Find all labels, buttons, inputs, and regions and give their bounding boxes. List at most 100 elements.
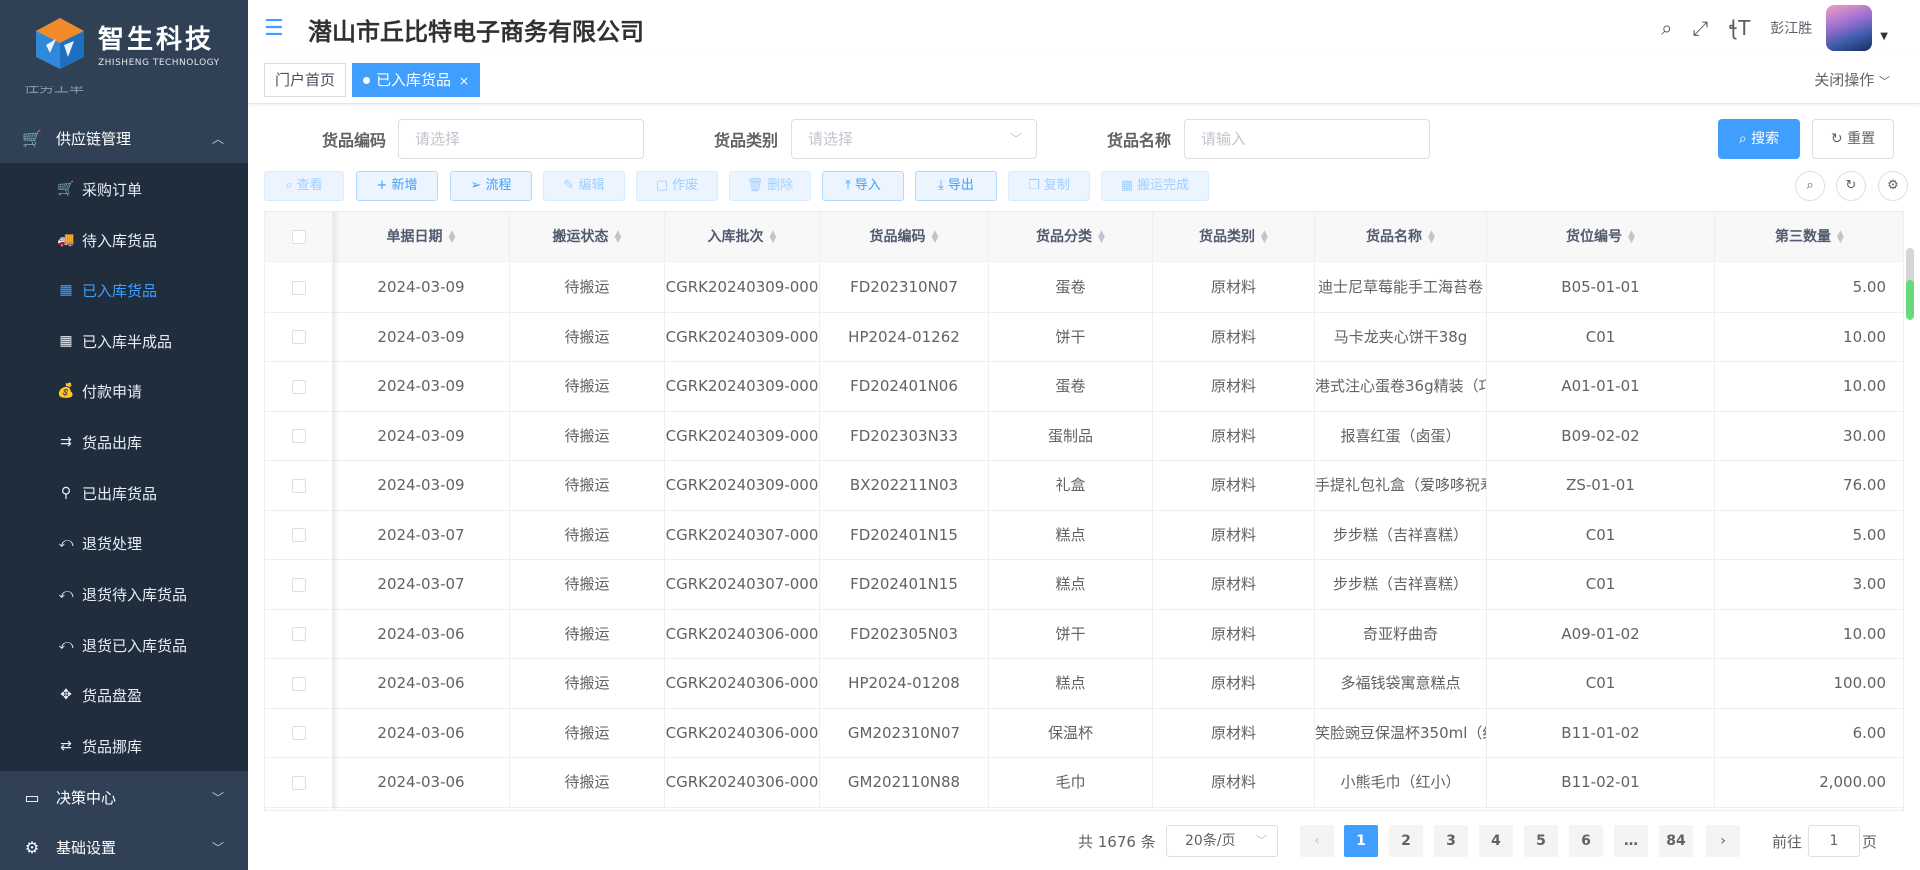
sidebar-item-return-inbound[interactable]: ⤺ 退货已入库货品	[0, 620, 248, 670]
avatar[interactable]	[1826, 5, 1873, 51]
page-size-select[interactable]: 20条/页 ﹀	[1166, 825, 1278, 857]
sort-icon[interactable]: ▲ ▼	[1261, 230, 1268, 245]
sidebar-item-return-pending[interactable]: ⤺ 退货待入库货品	[0, 569, 248, 619]
row-select-cell[interactable]	[265, 312, 333, 362]
sort-icon[interactable]: ▲ ▼	[770, 230, 777, 245]
page-button[interactable]: 6	[1569, 825, 1603, 857]
delete-button[interactable]: 🗑 删除	[729, 171, 811, 201]
close-operations-dropdown[interactable]: 关闭操作 ﹀	[1814, 69, 1890, 90]
page-button[interactable]: 5	[1524, 825, 1558, 857]
column-header[interactable]: 搬运状态 ▲ ▼	[510, 212, 665, 262]
row-select-cell[interactable]	[265, 263, 333, 312]
row-select-cell[interactable]	[265, 659, 333, 708]
page-button[interactable]: 3	[1434, 825, 1468, 857]
table-row[interactable]: 2024-03-06 待搬运 CGRK20240306-000 GM202310N07…	[265, 708, 1903, 758]
fullscreen-icon[interactable]: ⤢	[1692, 16, 1708, 40]
font-size-icon[interactable]: ꞎT	[1728, 16, 1750, 40]
close-icon[interactable]: ×	[459, 74, 469, 88]
table-row[interactable]: 2024-03-06 待搬运 CGRK20240306-000 HP2024-0120…	[265, 659, 1903, 709]
menu-group-basic[interactable]: ⚙ 基础设置 ﹀	[0, 822, 248, 870]
page-button[interactable]: 84	[1659, 825, 1693, 857]
column-header[interactable]: 第三数量 ▲ ▼	[1715, 212, 1903, 262]
search-button[interactable]: ⌕ 搜索	[1718, 119, 1800, 159]
tag-inbound-goods[interactable]: 已入库货品 ×	[352, 63, 481, 97]
row-checkbox[interactable]	[291, 379, 306, 394]
table-row[interactable]: 2024-03-09 待搬运 CGRK20240309-000 HP2024-0126…	[265, 312, 1903, 362]
caret-down-icon[interactable]: ▼	[1880, 31, 1888, 42]
row-select-cell[interactable]	[265, 510, 333, 560]
menu-group-supply[interactable]: 🛒 供应链管理 ︿	[0, 113, 248, 163]
row-select-cell[interactable]	[265, 609, 333, 659]
search-icon[interactable]: ⌕	[1661, 16, 1672, 40]
next-page-button[interactable]: ›	[1706, 825, 1740, 857]
sort-icon[interactable]: ▲ ▼	[932, 230, 939, 245]
sidebar-item-inbound-semi[interactable]: ▦ 已入库半成品	[0, 316, 248, 366]
sidebar-item-purchase-order[interactable]: 🛒 采购订单	[0, 164, 248, 214]
table-row[interactable]: 2024-03-06 待搬运 CGRK20240306-000 FD202305N03…	[265, 609, 1903, 659]
refresh-icon[interactable]: ↻	[1836, 171, 1866, 201]
add-button[interactable]: + 新增	[356, 171, 438, 201]
moved-button[interactable]: ▦ 搬运完成	[1101, 171, 1209, 201]
select-all-checkbox[interactable]	[291, 230, 306, 244]
row-checkbox[interactable]	[291, 330, 306, 344]
page-button[interactable]: 1	[1344, 825, 1378, 857]
toggle-search-icon[interactable]: ⌕	[1795, 171, 1825, 201]
row-checkbox[interactable]	[291, 775, 306, 790]
sidebar-item-inbound-goods[interactable]: ▦ 已入库货品	[0, 265, 248, 315]
view-button[interactable]: ⌕ 查看	[264, 171, 344, 201]
table-row[interactable]: 2024-03-09 待搬运 CGRK20240309-000 FD202310N07…	[265, 263, 1903, 313]
row-checkbox[interactable]	[291, 478, 306, 493]
column-header[interactable]: 货品类别 ▲ ▼	[1153, 212, 1315, 262]
export-button[interactable]: ⤓ 导出	[915, 171, 997, 201]
row-checkbox[interactable]	[291, 577, 306, 592]
table-row[interactable]: 2024-03-07 待搬运 CGRK20240307-000 FD202401N15…	[265, 510, 1903, 560]
column-settings-icon[interactable]: ⚙	[1878, 171, 1908, 201]
row-select-cell[interactable]	[265, 560, 333, 609]
edit-button[interactable]: ✎ 编辑	[543, 171, 625, 201]
table-row[interactable]: 2024-03-09 待搬运 CGRK20240309-000 BX202211N03…	[265, 461, 1903, 511]
page-button[interactable]: 4	[1479, 825, 1513, 857]
sidebar-item-pending-inbound[interactable]: 🚚 待入库货品	[0, 215, 248, 265]
sort-icon[interactable]: ▲ ▼	[449, 230, 456, 245]
column-header[interactable]: 单据日期 ▲ ▼	[333, 212, 510, 262]
row-select-cell[interactable]	[265, 461, 333, 510]
hamburger-icon[interactable]: ☰	[264, 16, 284, 41]
select-all-cell[interactable]	[265, 212, 333, 262]
page-button[interactable]: 2	[1389, 825, 1423, 857]
logo[interactable]: 智生科技 ZHISHENG TECHNOLOGY	[0, 0, 248, 86]
username[interactable]: 彭江胜	[1770, 18, 1812, 38]
sort-icon[interactable]: ▲ ▼	[615, 230, 622, 245]
column-header[interactable]: 货品分类 ▲ ▼	[989, 212, 1153, 262]
more-pages-button[interactable]: …	[1614, 825, 1648, 857]
void-button[interactable]: ▢ 作废	[636, 171, 718, 201]
import-button[interactable]: ⤒ 导入	[822, 171, 904, 201]
menu-group-decision[interactable]: ▭ 决策中心 ﹀	[0, 772, 248, 822]
tag-home[interactable]: 门户首页	[264, 63, 347, 97]
row-checkbox[interactable]	[291, 280, 306, 295]
table-row[interactable]: 2024-03-07 待搬运 CGRK20240307-000 FD202401N15…	[265, 560, 1903, 610]
flow-button[interactable]: ➢ 流程	[450, 171, 532, 201]
row-checkbox[interactable]	[291, 676, 306, 691]
table-row[interactable]: 2024-03-09 待搬运 CGRK20240309-000 FD202401N06…	[265, 362, 1903, 412]
sidebar-item-return[interactable]: ⤺ 退货处理	[0, 518, 248, 568]
table-row[interactable]: 2024-03-09 待搬运 CGRK20240309-000 FD202303N33…	[265, 411, 1903, 461]
sort-icon[interactable]: ▲ ▼	[1428, 230, 1435, 245]
sidebar-item-stock-surplus[interactable]: ✥ 货品盘盈	[0, 670, 248, 720]
sidebar-item-stock-transfer[interactable]: ⇄ 货品挪库	[0, 721, 248, 771]
column-header[interactable]: 入库批次 ▲ ▼	[665, 212, 820, 262]
row-checkbox[interactable]	[291, 627, 306, 641]
row-checkbox[interactable]	[291, 528, 306, 542]
sort-icon[interactable]: ▲ ▼	[1628, 230, 1635, 245]
row-select-cell[interactable]	[265, 362, 333, 411]
sort-icon[interactable]: ▲ ▼	[1098, 230, 1105, 245]
goto-page-input[interactable]: 1	[1808, 825, 1860, 857]
sidebar-item-outbound[interactable]: ⇉ 货品出库	[0, 417, 248, 467]
code-select[interactable]: 请选择	[398, 119, 644, 159]
column-header[interactable]: 货位编号 ▲ ▼	[1487, 212, 1715, 262]
reset-button[interactable]: ↻ 重置	[1812, 119, 1894, 159]
name-input[interactable]: 请输入	[1184, 119, 1430, 159]
row-checkbox[interactable]	[291, 726, 306, 740]
copy-button[interactable]: ❐ 复制	[1008, 171, 1090, 201]
prev-page-button[interactable]: ‹	[1300, 825, 1334, 857]
sort-icon[interactable]: ▲ ▼	[1837, 230, 1844, 245]
